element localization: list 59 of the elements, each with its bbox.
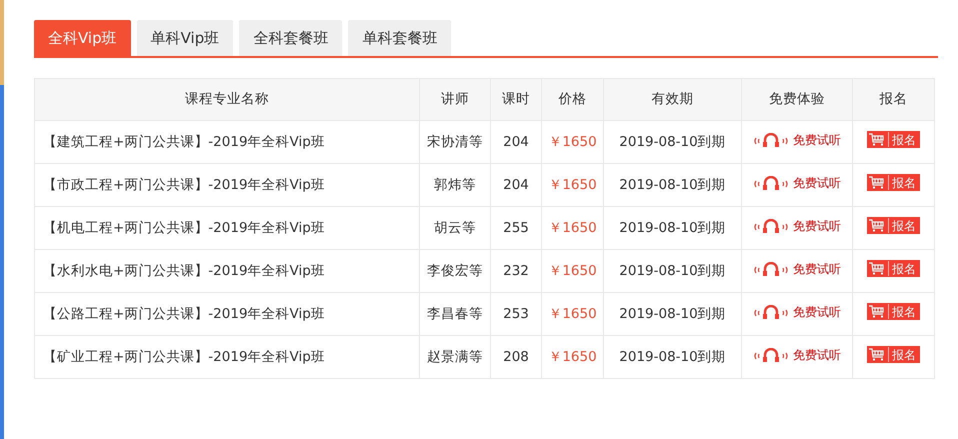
price-cell: ￥1650: [542, 292, 604, 336]
signup-button[interactable]: 报名: [867, 346, 920, 364]
signup-button[interactable]: 报名: [867, 174, 920, 192]
signup-button[interactable]: 报名: [867, 217, 920, 234]
headphones-icon: [753, 348, 789, 362]
teacher-cell: 宋协清等: [420, 120, 490, 164]
teacher-cell: 李昌春等: [420, 292, 490, 336]
tab[interactable]: 全科套餐班: [239, 20, 342, 56]
price-cell: ￥1650: [542, 336, 604, 378]
price-cell: ￥1650: [542, 250, 604, 292]
tab[interactable]: 单科套餐班: [348, 20, 452, 56]
expiry-cell: 2019-08-10到期: [604, 164, 742, 206]
expiry-cell: 2019-08-10到期: [604, 250, 742, 292]
signup-button[interactable]: 报名: [867, 131, 920, 148]
expiry-cell: 2019-08-10到期: [604, 292, 742, 336]
hours-cell: 253: [490, 292, 542, 336]
hours-cell: 232: [490, 250, 542, 292]
headphones-icon: [753, 218, 789, 233]
teacher-cell: 李俊宏等: [420, 250, 490, 292]
expiry-cell: 2019-08-10到期: [604, 120, 742, 164]
hours-cell: 208: [490, 336, 542, 378]
cart-icon: [869, 262, 885, 276]
price-cell: ￥1650: [542, 206, 604, 250]
column-header: 报名: [852, 78, 934, 120]
teacher-cell: 郭炜等: [420, 164, 490, 206]
cart-icon: [869, 176, 885, 190]
course-name-cell: 【矿业工程+两门公共课】-2019年全科Vip班: [34, 336, 420, 378]
cart-icon: [869, 219, 885, 232]
headphones-icon: [753, 262, 789, 276]
headphones-icon: [753, 176, 789, 190]
column-header: 讲师: [420, 78, 490, 120]
tab[interactable]: 单科Vip班: [136, 20, 234, 56]
price-cell: ￥1650: [542, 164, 604, 206]
course-name-cell: 【水利水电+两门公共课】-2019年全科Vip班: [34, 250, 420, 292]
course-name-cell: 【建筑工程+两门公共课】-2019年全科Vip班: [34, 120, 420, 164]
column-header: 有效期: [604, 78, 742, 120]
signup-button[interactable]: 报名: [867, 303, 920, 320]
cart-icon: [869, 305, 885, 318]
price-cell: ￥1650: [542, 120, 604, 164]
headphones-icon: [753, 132, 789, 147]
column-header: 价格: [542, 78, 604, 120]
column-header: 免费体验: [742, 78, 852, 120]
cart-icon: [869, 348, 885, 362]
tab[interactable]: 全科Vip班: [34, 20, 131, 56]
expiry-cell: 2019-08-10到期: [604, 206, 742, 250]
hours-cell: 204: [490, 164, 542, 206]
hours-cell: 255: [490, 206, 542, 250]
teacher-cell: 胡云等: [420, 206, 490, 250]
signup-button[interactable]: 报名: [867, 260, 920, 278]
cart-icon: [869, 133, 885, 146]
expiry-cell: 2019-08-10到期: [604, 336, 742, 378]
teacher-cell: 赵景满等: [420, 336, 490, 378]
course-name-cell: 【市政工程+两门公共课】-2019年全科Vip班: [34, 164, 420, 206]
course-name-cell: 【机电工程+两门公共课】-2019年全科Vip班: [34, 206, 420, 250]
column-header: 课时: [490, 78, 542, 120]
column-header: 课程专业名称: [34, 78, 420, 120]
headphones-icon: [753, 304, 789, 319]
course-name-cell: 【公路工程+两门公共课】-2019年全科Vip班: [34, 292, 420, 336]
hours-cell: 204: [490, 120, 542, 164]
